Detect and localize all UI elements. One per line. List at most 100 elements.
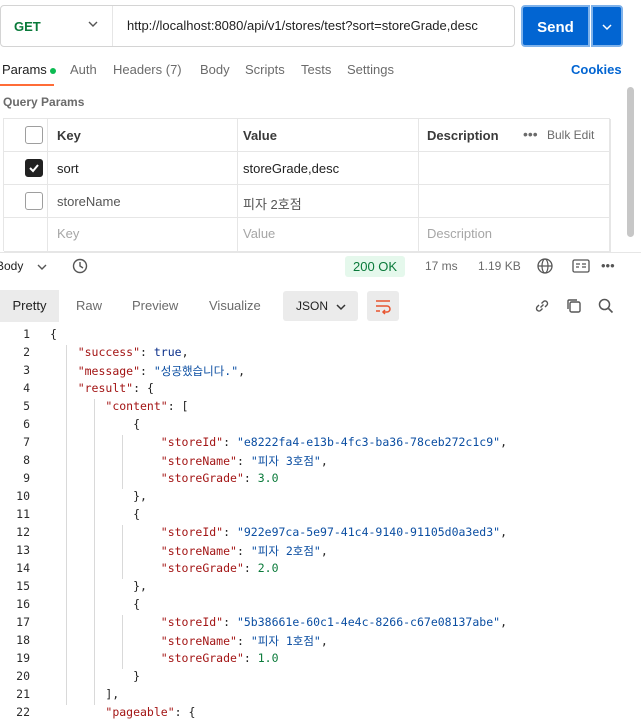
code-line: "storeName": "피자 3호점", bbox=[160, 454, 328, 468]
tab-scripts[interactable]: Scripts bbox=[245, 62, 285, 77]
code-line: "storeGrade": 3.0 bbox=[160, 471, 279, 485]
code-line: "content": [ bbox=[105, 399, 189, 413]
tab-auth[interactable]: Auth bbox=[70, 62, 97, 77]
check-icon bbox=[29, 164, 39, 173]
line-number: 5 bbox=[23, 399, 30, 413]
code-line: "storeId": "922e97ca-5e97-41c4-9140-9110… bbox=[160, 525, 507, 539]
new-param-key-input[interactable]: Key bbox=[57, 226, 79, 241]
method-select[interactable]: GET bbox=[1, 6, 113, 46]
chevron-down-icon bbox=[602, 24, 612, 31]
code-line: }, bbox=[50, 579, 147, 593]
query-params-title: Query Params bbox=[3, 95, 85, 109]
indent-guide bbox=[94, 399, 95, 705]
more-options-icon[interactable]: ••• bbox=[601, 258, 615, 273]
line-number: 6 bbox=[23, 417, 30, 431]
url-input[interactable]: http://localhost:8080/api/v1/stores/test… bbox=[127, 6, 478, 46]
code-line: "storeId": "e8222fa4-e13b-4fc3-ba36-78ce… bbox=[160, 435, 507, 449]
format-select[interactable]: JSON bbox=[283, 291, 358, 321]
code-line: "storeId": "5b38661e-60c1-4e4c-8266-c67e… bbox=[160, 615, 507, 629]
save-example-icon[interactable] bbox=[572, 258, 590, 274]
tab-label: Params bbox=[2, 62, 47, 77]
indent-guide bbox=[66, 345, 67, 705]
send-button[interactable]: Send bbox=[521, 5, 590, 47]
line-number: 21 bbox=[16, 687, 30, 701]
line-number: 15 bbox=[16, 579, 30, 593]
response-time: 17 ms bbox=[425, 259, 458, 273]
tab-params[interactable]: Params bbox=[2, 62, 56, 77]
code-line: { bbox=[50, 507, 141, 521]
tab-settings[interactable]: Settings bbox=[347, 62, 394, 77]
scrollbar[interactable] bbox=[627, 87, 634, 237]
send-options-button[interactable] bbox=[591, 5, 623, 47]
line-number: 22 bbox=[16, 705, 30, 719]
line-number: 19 bbox=[16, 651, 30, 665]
link-icon[interactable] bbox=[533, 297, 551, 315]
new-param-value-input[interactable]: Value bbox=[243, 226, 275, 241]
line-number: 10 bbox=[16, 489, 30, 503]
search-icon[interactable] bbox=[597, 297, 615, 315]
active-tab-indicator bbox=[0, 84, 54, 86]
line-number: 1 bbox=[23, 327, 30, 341]
cookies-link[interactable]: Cookies bbox=[571, 62, 622, 77]
code-line: "storeGrade": 1.0 bbox=[160, 651, 279, 665]
line-number: 2 bbox=[23, 345, 30, 359]
line-number: 8 bbox=[23, 453, 30, 467]
view-tab-preview[interactable]: Preview bbox=[132, 298, 178, 313]
copy-icon[interactable] bbox=[565, 297, 583, 315]
line-number: 18 bbox=[16, 633, 30, 647]
tab-body[interactable]: Body bbox=[200, 62, 230, 77]
request-bar: GET http://localhost:8080/api/v1/stores/… bbox=[0, 5, 515, 47]
chevron-down-icon bbox=[88, 21, 98, 27]
tab-tests[interactable]: Tests bbox=[301, 62, 331, 77]
param-key[interactable]: sort bbox=[57, 161, 79, 176]
new-param-description-input[interactable]: Description bbox=[427, 226, 492, 241]
line-number: 11 bbox=[16, 507, 30, 521]
line-number: 14 bbox=[16, 561, 30, 575]
param-key[interactable]: storeName bbox=[57, 194, 121, 209]
code-line: }, bbox=[50, 489, 147, 503]
chevron-down-icon bbox=[37, 264, 47, 270]
line-number: 17 bbox=[16, 615, 30, 629]
active-dot-icon bbox=[49, 67, 56, 74]
line-number: 16 bbox=[16, 597, 30, 611]
wrap-icon bbox=[376, 300, 391, 315]
code-line: } bbox=[50, 669, 141, 683]
code-line: "storeGrade": 2.0 bbox=[160, 561, 279, 575]
param-value[interactable]: storeGrade,desc bbox=[243, 161, 339, 176]
tab-headers[interactable]: Headers (7) bbox=[113, 62, 182, 77]
view-tab-pretty[interactable]: Pretty bbox=[0, 290, 59, 322]
select-all-checkbox[interactable] bbox=[25, 126, 43, 144]
indent-guide bbox=[122, 435, 123, 489]
globe-icon[interactable] bbox=[536, 257, 554, 275]
bulk-edit-button[interactable]: Bulk Edit bbox=[547, 128, 594, 142]
line-number: 7 bbox=[23, 435, 30, 449]
param-checkbox-storename[interactable] bbox=[25, 192, 43, 210]
more-icon[interactable]: ••• bbox=[523, 126, 538, 142]
wrap-lines-button[interactable] bbox=[367, 291, 399, 321]
param-value[interactable]: 피자 2호점 bbox=[243, 194, 302, 213]
response-size: 1.19 KB bbox=[478, 259, 521, 273]
body-tab-label: Body bbox=[0, 259, 24, 273]
query-params-table: Key Value Description ••• Bulk Edit sort… bbox=[3, 118, 611, 252]
indent-guide bbox=[122, 615, 123, 669]
method-label: GET bbox=[14, 18, 41, 34]
code-line: "storeName": "피자 1호점", bbox=[160, 634, 328, 648]
code-line: "success": true, bbox=[77, 345, 189, 359]
code-line: "pageable": { bbox=[105, 705, 196, 719]
view-tab-visualize[interactable]: Visualize bbox=[209, 298, 261, 313]
line-number: 20 bbox=[16, 669, 30, 683]
line-number: 3 bbox=[23, 363, 30, 377]
code-line: ], bbox=[50, 687, 120, 701]
response-code-editor[interactable]: 1 {2 "success": true, 3 "message": "성공했습니다… bbox=[0, 325, 641, 724]
response-body-tab[interactable]: Body bbox=[0, 259, 47, 273]
code-line: { bbox=[50, 417, 141, 431]
code-line: "message": "성공했습니다.", bbox=[77, 364, 246, 378]
param-checkbox-sort[interactable] bbox=[25, 159, 43, 177]
status-badge: 200 OK bbox=[345, 256, 406, 277]
indent-guide bbox=[122, 525, 123, 579]
line-number: 4 bbox=[23, 381, 30, 395]
code-line: { bbox=[50, 327, 57, 341]
view-tab-raw[interactable]: Raw bbox=[76, 298, 102, 313]
history-icon[interactable] bbox=[71, 257, 89, 275]
code-line: "storeName": "피자 2호점", bbox=[160, 544, 328, 558]
